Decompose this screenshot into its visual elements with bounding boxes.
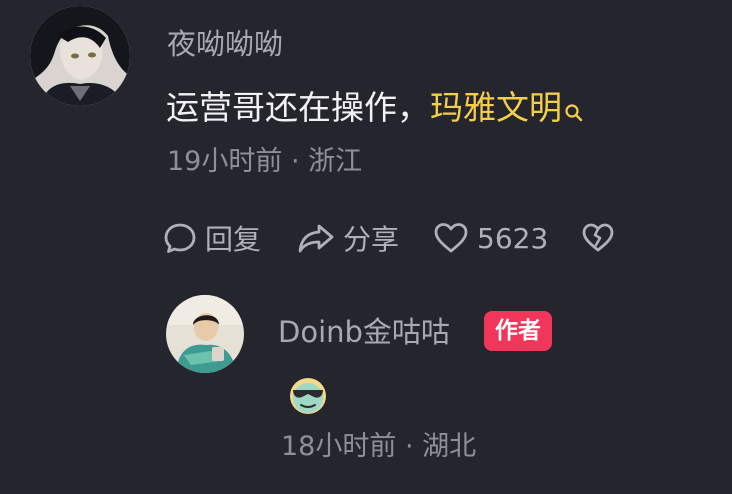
comment-time: 19小时前 — [167, 146, 283, 177]
search-icon[interactable] — [564, 90, 584, 134]
commenter-username[interactable]: 夜呦呦呦 — [167, 26, 283, 62]
like-count: 5623 — [477, 221, 549, 255]
reply-label: 回复 — [205, 223, 262, 256]
meta-separator: · — [404, 431, 414, 462]
author-avatar[interactable] — [166, 295, 244, 373]
author-username[interactable]: Doinb金咕咕 — [278, 312, 450, 352]
meta-separator: · — [290, 146, 300, 177]
comment-actions: 回复 分享 5623 — [163, 218, 633, 258]
dislike-button[interactable] — [581, 218, 615, 258]
sunglasses-face-emoji — [288, 376, 328, 416]
reply-button[interactable]: 回复 — [163, 218, 261, 258]
reply-time: 18小时前 — [281, 431, 397, 462]
like-button[interactable]: 5623 — [433, 218, 548, 258]
comment-location: 浙江 — [308, 146, 363, 177]
dislike-heart-icon — [581, 221, 615, 255]
heart-icon — [433, 221, 469, 255]
share-icon — [297, 221, 335, 255]
share-button[interactable]: 分享 — [297, 218, 399, 258]
share-label: 分享 — [343, 223, 400, 256]
author-badge: 作者 — [484, 311, 552, 351]
comment-meta: 19小时前 · 浙江 — [167, 145, 362, 179]
reply-location: 湖北 — [422, 431, 477, 462]
reply-meta: 18小时前 · 湖北 — [281, 430, 476, 464]
comment-icon — [163, 221, 197, 255]
comment-body: 运营哥还在操作，玛雅文明 — [166, 86, 584, 134]
commenter-avatar[interactable] — [30, 6, 130, 106]
highlight-keyword-link[interactable]: 玛雅文明 — [430, 88, 562, 127]
comment-text: 运营哥还在操作， — [166, 88, 430, 127]
